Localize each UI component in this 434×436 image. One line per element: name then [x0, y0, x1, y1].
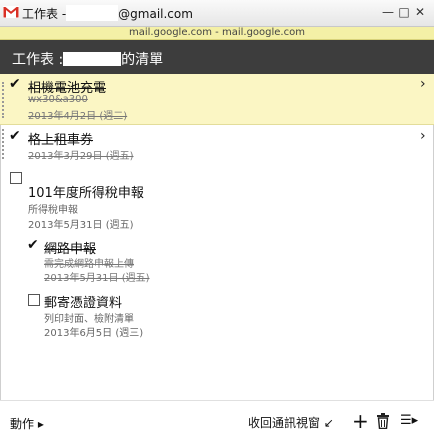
- checkmark-icon[interactable]: ✔: [9, 77, 21, 91]
- close-button[interactable]: ✕: [414, 6, 426, 18]
- task-item[interactable]: 101年度所得稅申報 所得稅申報 2013年5月31日 (週五): [0, 166, 434, 232]
- plus-icon[interactable]: +: [352, 409, 369, 433]
- list-icon[interactable]: ☰▸: [400, 413, 418, 428]
- task-note: 列印封面、檢附清單: [44, 314, 134, 325]
- gmail-logo-icon: [3, 6, 19, 18]
- actions-menu-button[interactable]: 動作 ▸: [10, 415, 44, 432]
- chevron-right-icon[interactable]: ›: [420, 76, 426, 92]
- task-date: 2013年5月31日 (週五): [44, 273, 150, 284]
- subtask-item[interactable]: 郵寄憑證資料 列印封面、檢附清單 2013年6月5日 (週三): [0, 290, 434, 340]
- task-note: 需完成網路申報上傳: [44, 259, 134, 270]
- subtask-item[interactable]: ✔ 網路申報 需完成網路申報上傳 2013年5月31日 (週五): [0, 234, 434, 284]
- task-date: 2013年3月29日 (週五): [28, 151, 134, 162]
- minimize-button[interactable]: —: [382, 6, 394, 18]
- checkmark-icon[interactable]: ✔: [9, 129, 21, 143]
- task-title[interactable]: 101年度所得稅申報: [28, 182, 144, 201]
- maximize-button[interactable]: □: [398, 6, 410, 18]
- chevron-right-icon[interactable]: ›: [420, 128, 426, 144]
- task-date: 2013年5月31日 (週五): [28, 220, 134, 231]
- task-date: 2013年6月5日 (週三): [44, 328, 144, 339]
- task-title[interactable]: 格上租車券: [28, 129, 93, 148]
- trash-icon[interactable]: [376, 413, 390, 429]
- drag-handle[interactable]: [2, 82, 7, 118]
- list-header: 工作表 : 的清單: [0, 40, 434, 74]
- footer-toolbar: 動作 ▸ 收回通訊視窗 ↙ + ☰▸: [0, 400, 434, 436]
- redacted-email: [66, 5, 119, 21]
- task-item[interactable]: ✔ 相機電池充電 wx30&a300 2013年4月2日 (週二) ›: [0, 74, 434, 125]
- domain-bar: mail.google.com - mail.google.com: [0, 27, 434, 40]
- checkbox-icon[interactable]: [10, 172, 22, 184]
- list-title[interactable]: 工作表 : 的清單: [12, 49, 163, 69]
- task-note: wx30&a300: [28, 94, 88, 105]
- checkbox-icon[interactable]: [28, 294, 40, 306]
- redacted-name: [63, 52, 122, 66]
- checkmark-icon[interactable]: ✔: [27, 238, 39, 252]
- task-note: 所得稅申報: [28, 205, 78, 216]
- collapse-window-button[interactable]: 收回通訊視窗 ↙: [248, 414, 334, 431]
- window-title-bar[interactable]: 工作表 - @gmail.com — □ ✕: [0, 0, 434, 27]
- drag-handle[interactable]: [2, 129, 7, 159]
- window-title: 工作表 - @gmail.com: [22, 5, 193, 21]
- task-title[interactable]: 郵寄憑證資料: [44, 292, 122, 311]
- task-date: 2013年4月2日 (週二): [28, 111, 128, 122]
- task-item[interactable]: ✔ 格上租車券 2013年3月29日 (週五) ›: [0, 125, 434, 163]
